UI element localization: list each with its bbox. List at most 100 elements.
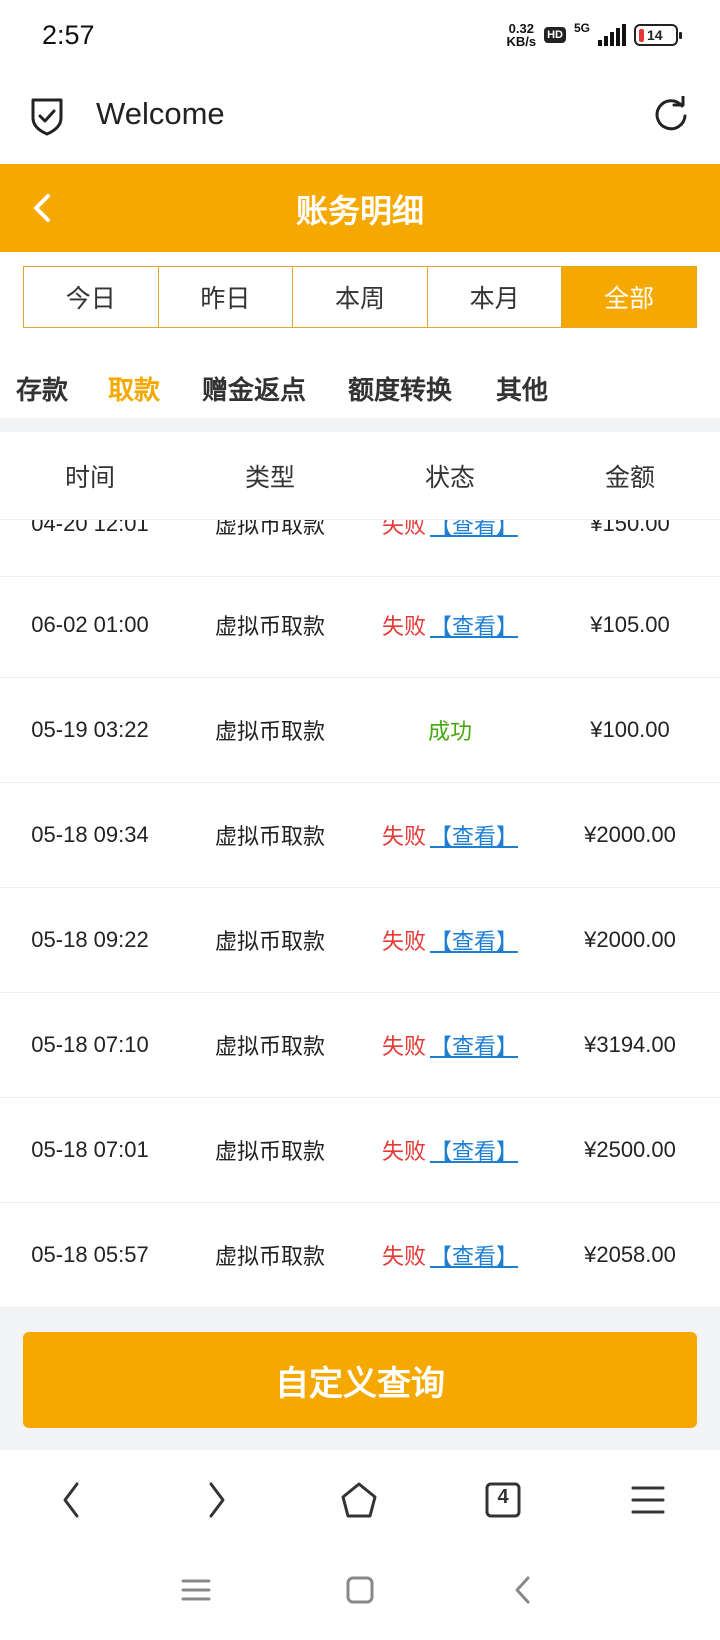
status-failed: 失败 (381, 1140, 426, 1165)
row-time: 05-18 05:57 (31, 1242, 149, 1267)
row-type: 虚拟币取款 (214, 930, 325, 955)
view-link[interactable]: 【查看】 (430, 1245, 518, 1270)
browser-toolbar: 4 (0, 1450, 720, 1550)
tab-deposit[interactable]: 存款 (16, 370, 68, 407)
browser-back-button[interactable] (50, 1478, 94, 1522)
tab-withdrawal[interactable]: 取款 (108, 370, 160, 407)
network-speed: 0.32 KB/s (506, 21, 537, 49)
refresh-icon[interactable] (652, 96, 690, 134)
home-icon (341, 1482, 377, 1518)
table-row: 06-02 01:00 虚拟币取款 失败 【查看】 ¥105.00 (0, 573, 720, 678)
browser-home-button[interactable] (337, 1478, 381, 1522)
status-failed: 失败 (381, 520, 426, 539)
network-type: 5G (573, 21, 590, 35)
status-success: 成功 (427, 720, 472, 745)
row-status: 失败 【查看】 (360, 1239, 540, 1271)
action-area: 自定义查询 (0, 1308, 720, 1450)
tab-bonus-rebate[interactable]: 赠金返点 (202, 370, 306, 407)
chevron-left-icon (63, 1482, 79, 1518)
row-amount: ¥3194.00 (584, 1032, 676, 1057)
row-status: 失败 【查看】 (360, 924, 540, 956)
status-indicators: 0.32 KB/s HD 5G 14 (506, 21, 682, 49)
view-link[interactable]: 【查看】 (430, 615, 518, 640)
browser-tabs-button[interactable]: 4 (481, 1478, 525, 1522)
browser-menu-button[interactable] (626, 1478, 670, 1522)
status-failed: 失败 (381, 1245, 426, 1270)
row-amount: ¥100.00 (590, 717, 670, 742)
status-bar: 2:57 0.32 KB/s HD 5G 14 (0, 0, 720, 80)
row-amount: ¥2000.00 (584, 927, 676, 952)
tab-this-week[interactable]: 本周 (293, 267, 428, 327)
row-amount: ¥2500.00 (584, 1137, 676, 1162)
row-time: 06-02 01:00 (31, 612, 149, 637)
system-back-icon[interactable] (508, 1574, 540, 1606)
view-link[interactable]: 【查看】 (430, 520, 518, 539)
status-failed: 失败 (381, 615, 426, 640)
row-status: 失败 【查看】 (360, 1029, 540, 1061)
row-time: 04-20 12:01 (31, 520, 149, 536)
column-header-status: 状态 (424, 462, 475, 492)
table-row: 05-18 09:34 虚拟币取款 失败 【查看】 ¥2000.00 (0, 783, 720, 888)
table-row: 05-18 07:01 虚拟币取款 失败 【查看】 ¥2500.00 (0, 1098, 720, 1203)
battery-level: 14 (647, 27, 663, 43)
menu-icon (631, 1486, 665, 1514)
view-link[interactable]: 【查看】 (430, 1140, 518, 1165)
status-failed: 失败 (381, 825, 426, 850)
home-square-icon[interactable] (344, 1574, 376, 1606)
chevron-right-icon (209, 1482, 225, 1518)
row-amount: ¥2000.00 (584, 822, 676, 847)
signal-icon (598, 24, 626, 46)
row-status: 失败 【查看】 (360, 609, 540, 641)
table-row: 05-18 05:57 虚拟币取款 失败 【查看】 ¥2058.00 (0, 1203, 720, 1308)
row-type: 虚拟币取款 (214, 720, 325, 745)
row-type: 虚拟币取款 (214, 520, 325, 539)
column-header-time: 时间 (64, 462, 115, 492)
row-time: 05-18 07:10 (31, 1032, 149, 1057)
tab-today[interactable]: 今日 (24, 267, 159, 327)
date-filter-tabs: 今日 昨日 本周 本月 全部 (23, 266, 697, 328)
row-time: 05-19 03:22 (31, 717, 149, 742)
table-row: 05-19 03:22 虚拟币取款 成功 ¥100.00 (0, 678, 720, 783)
browser-page-title: Welcome (96, 96, 225, 131)
page-title: 账务明细 (295, 192, 424, 230)
transaction-list: 04-20 12:01 虚拟币取款 失败 【查看】 ¥150.00 06-02 0… (0, 520, 720, 1308)
browser-header: Welcome (0, 80, 720, 164)
tab-other[interactable]: 其他 (496, 370, 548, 407)
shield-check-icon[interactable] (28, 96, 66, 136)
status-failed: 失败 (381, 930, 426, 955)
table-row: 04-20 12:01 虚拟币取款 失败 【查看】 ¥150.00 (0, 520, 720, 577)
status-failed: 失败 (381, 1035, 426, 1060)
tab-this-month[interactable]: 本月 (427, 267, 563, 327)
column-header-amount: 金额 (604, 462, 655, 492)
custom-query-button[interactable]: 自定义查询 (23, 1332, 697, 1428)
tab-count: 4 (497, 1486, 509, 1508)
row-status: 失败 【查看】 (360, 1134, 540, 1166)
section-divider (0, 418, 720, 432)
view-link[interactable]: 【查看】 (430, 825, 518, 850)
view-link[interactable]: 【查看】 (430, 930, 518, 955)
row-type: 虚拟币取款 (214, 615, 325, 640)
tab-yesterday[interactable]: 昨日 (158, 267, 294, 327)
row-status: 失败 【查看】 (360, 520, 540, 540)
system-navigation-bar (0, 1550, 720, 1640)
hd-badge: HD (544, 27, 566, 43)
recent-apps-icon[interactable] (180, 1574, 212, 1606)
row-status: 成功 (360, 714, 540, 746)
tab-quota-transfer[interactable]: 额度转换 (348, 370, 452, 407)
row-status: 失败 【查看】 (360, 819, 540, 851)
tab-all[interactable]: 全部 (562, 267, 696, 327)
browser-forward-button[interactable] (194, 1478, 238, 1522)
row-time: 05-18 09:22 (31, 927, 149, 952)
column-header-type: 类型 (244, 462, 295, 492)
row-amount: ¥2058.00 (584, 1242, 676, 1267)
row-type: 虚拟币取款 (214, 1140, 325, 1165)
status-time: 2:57 (42, 20, 95, 50)
row-time: 05-18 09:34 (31, 822, 149, 847)
table-header: 时间 类型 状态 金额 (0, 432, 720, 520)
row-type: 虚拟币取款 (214, 825, 325, 850)
type-filter-tabs: 存款 取款 赠金返点 额度转换 其他 (0, 360, 720, 412)
view-link[interactable]: 【查看】 (430, 1035, 518, 1060)
title-bar: 账务明细 (0, 164, 720, 252)
row-time: 05-18 07:01 (31, 1137, 149, 1162)
row-type: 虚拟币取款 (214, 1245, 325, 1270)
